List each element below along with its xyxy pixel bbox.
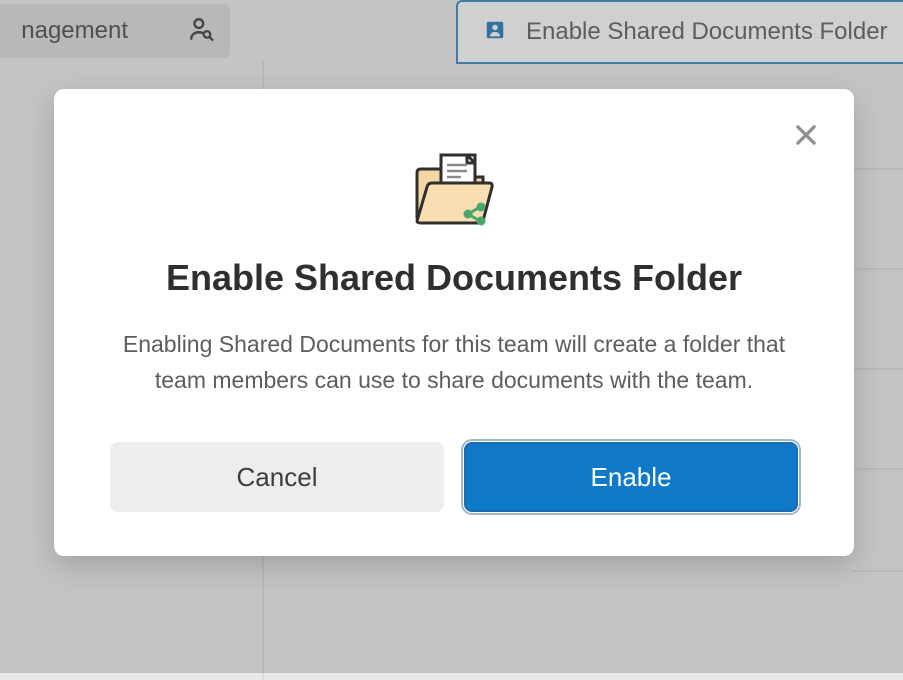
- close-button[interactable]: [786, 117, 826, 157]
- modal-description: Enabling Shared Documents for this team …: [114, 327, 794, 398]
- modal-button-row: Cancel Enable: [110, 442, 798, 512]
- folder-share-illustration: [110, 147, 798, 229]
- enable-button[interactable]: Enable: [464, 442, 798, 512]
- confirm-modal: Enable Shared Documents Folder Enabling …: [54, 89, 854, 556]
- modal-title: Enable Shared Documents Folder: [110, 257, 798, 299]
- cancel-button[interactable]: Cancel: [110, 442, 444, 512]
- close-icon: [792, 121, 820, 154]
